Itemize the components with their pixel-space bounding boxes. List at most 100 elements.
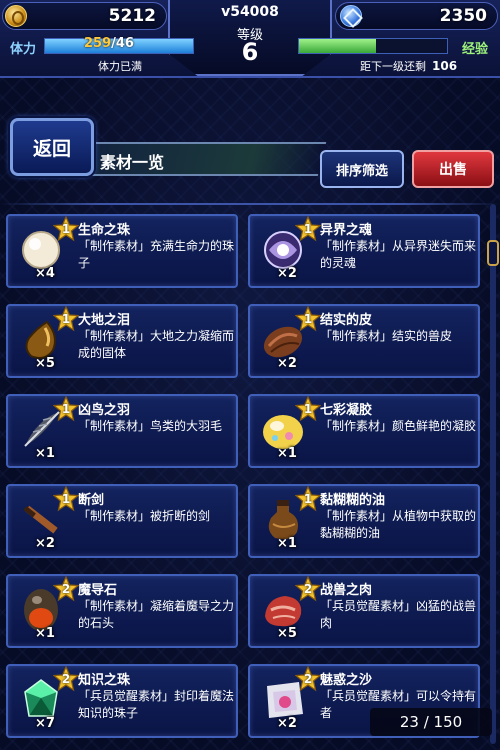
rarity-star-icon: 1 <box>52 485 80 512</box>
item-count: ×1 <box>35 446 55 461</box>
rarity-value: 2 <box>303 672 313 686</box>
exp-bar <box>298 38 448 54</box>
item-count: ×2 <box>35 536 55 551</box>
scroll-thumb[interactable] <box>487 240 499 266</box>
item-count: ×2 <box>277 266 297 281</box>
gil-counter: 5212 <box>2 2 167 30</box>
rarity-star-icon: 1 <box>294 485 322 512</box>
item-name: 黏糊糊的油 <box>320 493 386 508</box>
item-icon-frame: 1 ×2 <box>13 485 80 552</box>
item-description: 「制作素材」从异界迷失而来的灵魂 <box>320 239 477 270</box>
rarity-value: 1 <box>303 312 313 326</box>
item-card[interactable]: 1 ×4 生命之珠 「制作素材」充满生命力的珠子 <box>6 214 238 288</box>
sort-filter-button[interactable]: 排序筛选 <box>320 150 404 188</box>
gem-counter: 2350 <box>335 2 498 30</box>
exp-remaining: 距下一级还剩 106 <box>360 58 457 74</box>
item-description: 「制作素材」颜色鲜艳的凝胶 <box>320 419 477 433</box>
rarity-value: 1 <box>303 402 313 416</box>
item-count: ×4 <box>35 266 55 281</box>
item-name: 结实的皮 <box>320 313 373 328</box>
item-card[interactable]: 1 ×5 大地之泪 「制作素材」大地之力凝缩而成的固体 <box>6 304 238 378</box>
exp-remaining-value: 106 <box>432 59 458 73</box>
rarity-star-icon: 2 <box>52 575 80 602</box>
item-card[interactable]: 1 ×2 异界之魂 「制作素材」从异界迷失而来的灵魂 <box>248 214 480 288</box>
back-button[interactable]: 返回 <box>10 118 94 176</box>
exp-bar-fill <box>299 39 376 53</box>
item-name: 断剑 <box>78 493 105 508</box>
item-count: ×5 <box>35 356 55 371</box>
rarity-value: 1 <box>61 312 71 326</box>
rarity-value: 1 <box>303 492 313 506</box>
stamina-panel: 体力 259/46 体力已满 <box>2 34 200 76</box>
item-card[interactable]: 1 ×2 结实的皮 「制作素材」结实的兽皮 <box>248 304 480 378</box>
divider <box>0 203 500 205</box>
item-card[interactable]: 1 ×2 断剑 「制作素材」被折断的剑 <box>6 484 238 558</box>
item-icon-frame: 2 ×2 <box>255 665 322 732</box>
rarity-star-icon: 1 <box>294 395 322 422</box>
item-icon-frame: 1 ×5 <box>13 305 80 372</box>
item-description: 「兵员觉醒素材」凶猛的战兽肉 <box>320 599 477 630</box>
stamina-max: /46 <box>111 36 134 51</box>
item-card[interactable]: 1 ×1 凶鸟之羽 「制作素材」鸟类的大羽毛 <box>6 394 238 468</box>
item-count: ×5 <box>277 626 297 641</box>
item-description: 「制作素材」从植物中获取的黏糊糊的油 <box>320 509 477 540</box>
sell-button[interactable]: 出售 <box>412 150 494 188</box>
title-band: 素材一览 返回 排序筛选 出售 <box>0 118 500 198</box>
rarity-value: 1 <box>61 492 71 506</box>
rarity-star-icon: 1 <box>52 395 80 422</box>
rarity-value: 2 <box>61 582 71 596</box>
item-description: 「制作素材」鸟类的大羽毛 <box>78 419 223 433</box>
item-description: 「制作素材」结实的兽皮 <box>320 329 453 343</box>
rarity-star-icon: 1 <box>294 215 322 242</box>
item-description: 「兵员觉醒素材」封印着魔法知识的珠子 <box>78 689 235 720</box>
item-card[interactable]: 2 ×5 战兽之肉 「兵员觉醒素材」凶猛的战兽肉 <box>248 574 480 648</box>
item-icon-frame: 2 ×1 <box>13 575 80 642</box>
item-card[interactable]: 2 ×1 魔导石 「制作素材」凝缩着魔导之力的石头 <box>6 574 238 648</box>
rarity-star-icon: 1 <box>52 305 80 332</box>
item-count: ×1 <box>35 626 55 641</box>
exp-panel: 经验 距下一级还剩 106 <box>298 34 498 76</box>
item-count: ×2 <box>277 356 297 371</box>
item-counter: 23 / 150 <box>370 708 492 736</box>
item-card[interactable]: 1 ×1 黏糊糊的油 「制作素材」从植物中获取的黏糊糊的油 <box>248 484 480 558</box>
item-card[interactable]: 1 ×1 七彩凝胶 「制作素材」颜色鲜艳的凝胶 <box>248 394 480 468</box>
item-description: 「制作素材」大地之力凝缩而成的固体 <box>78 329 235 360</box>
item-icon-frame: 1 ×1 <box>255 485 322 552</box>
item-icon-frame: 1 ×1 <box>255 395 322 462</box>
gil-coin-icon <box>5 5 27 27</box>
stamina-label: 体力 <box>10 42 37 57</box>
gem-icon <box>340 5 362 27</box>
item-icon-frame: 2 ×7 <box>13 665 80 732</box>
item-count: ×2 <box>277 716 297 731</box>
rarity-star-icon: 1 <box>294 305 322 332</box>
scrollbar[interactable] <box>487 204 499 744</box>
rarity-value: 2 <box>303 582 313 596</box>
item-icon-frame: 2 ×5 <box>255 575 322 642</box>
item-name: 异界之魂 <box>320 223 373 238</box>
item-icon-frame: 1 ×4 <box>13 215 80 282</box>
rarity-value: 1 <box>61 402 71 416</box>
item-name: 七彩凝胶 <box>320 403 373 418</box>
item-card[interactable]: 2 ×7 知识之珠 「兵员觉醒素材」封印着魔法知识的珠子 <box>6 664 238 738</box>
item-name: 魔导石 <box>78 583 118 598</box>
top-hud: 5212 v54008 等级 6 2350 体力 259/46 体力已满 经验 … <box>0 0 500 78</box>
stamina-value: 259/46 <box>84 36 134 51</box>
gem-value: 2350 <box>439 6 487 26</box>
item-count: ×1 <box>277 446 297 461</box>
item-description: 「制作素材」被折断的剑 <box>78 509 211 523</box>
rarity-star-icon: 1 <box>52 215 80 242</box>
item-description: 「制作素材」充满生命力的珠子 <box>78 239 235 270</box>
rarity-star-icon: 2 <box>52 665 80 692</box>
rarity-value: 2 <box>61 672 71 686</box>
item-icon-frame: 1 ×1 <box>13 395 80 462</box>
item-name: 战兽之肉 <box>320 583 373 598</box>
rarity-value: 1 <box>303 222 313 236</box>
gil-value: 5212 <box>108 6 156 26</box>
rarity-value: 1 <box>61 222 71 236</box>
player-id: v54008 <box>221 4 279 20</box>
item-description: 「制作素材」凝缩着魔导之力的石头 <box>78 599 235 630</box>
page-title: 素材一览 <box>100 153 165 172</box>
item-icon-frame: 1 ×2 <box>255 215 322 282</box>
stamina-status: 体力已满 <box>98 60 142 73</box>
stamina-current: 259 <box>84 36 112 51</box>
